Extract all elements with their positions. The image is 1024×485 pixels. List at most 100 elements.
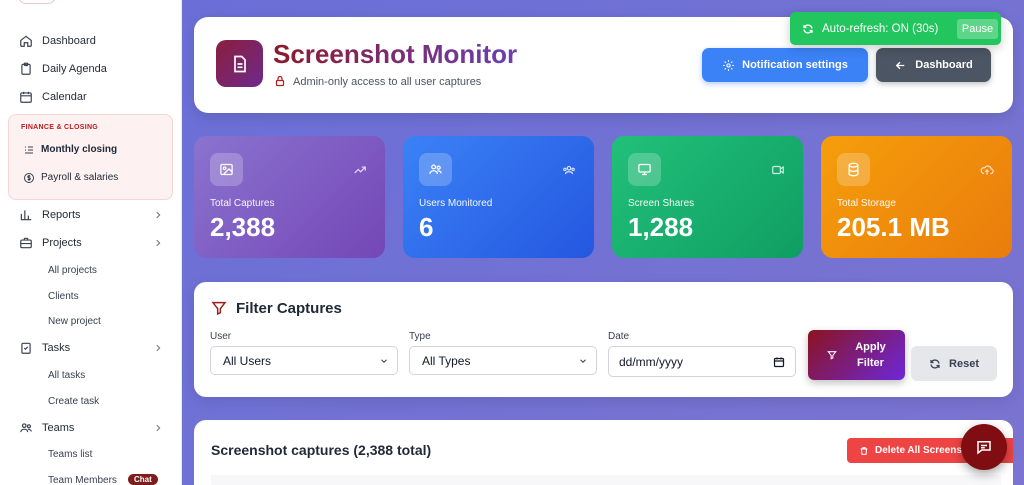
sidebar-item-label: Reports xyxy=(42,209,81,221)
sidebar-item-label: Daily Agenda xyxy=(42,63,107,75)
main-content: Screenshot Monitor Admin-only access to … xyxy=(183,0,1024,485)
finance-section: FINANCE & CLOSING Monthly closing Payrol… xyxy=(8,114,173,200)
filter-title: Filter Captures xyxy=(236,300,342,317)
sidebar-item-label: Payroll & salaries xyxy=(41,172,119,183)
task-check-icon xyxy=(21,342,31,354)
chevron-right-icon xyxy=(156,424,161,432)
chevron-down-icon xyxy=(580,359,586,363)
arrow-left-icon xyxy=(896,61,905,69)
auto-refresh-banner: Auto-refresh: ON (30s) Pause xyxy=(790,12,1001,45)
sidebar-sub-all-tasks[interactable]: All tasks xyxy=(48,370,85,381)
briefcase-icon xyxy=(20,237,32,249)
user-select[interactable]: All Users xyxy=(210,346,398,375)
stat-card-total-captures: Total Captures 2,388 xyxy=(194,136,385,258)
home-icon xyxy=(20,35,32,47)
user-select-value: All Users xyxy=(223,353,272,368)
chat-button[interactable] xyxy=(961,424,1007,470)
type-label: Type xyxy=(409,331,431,342)
page-subtitle: Admin-only access to all user captures xyxy=(293,76,482,88)
stat-card-users-monitored: Users Monitored 6 xyxy=(403,136,594,258)
list-icon xyxy=(25,146,33,154)
sidebar-item-label: Monthly closing xyxy=(41,144,118,155)
date-input[interactable]: dd/mm/yyyy xyxy=(608,346,796,377)
users-group-icon xyxy=(563,165,575,175)
stat-label: Users Monitored xyxy=(419,198,493,209)
sidebar-item-teams[interactable]: Teams xyxy=(0,415,181,441)
cloud-upload-icon xyxy=(980,165,994,175)
chat-badge: Chat xyxy=(128,474,158,485)
sidebar-item-tasks[interactable]: Tasks xyxy=(0,335,181,361)
sidebar-item-payroll[interactable]: Payroll & salaries xyxy=(9,167,174,189)
sidebar-item-label: Calendar xyxy=(42,91,87,103)
gear-icon xyxy=(723,59,735,71)
sidebar-item-reports[interactable]: Reports xyxy=(0,202,181,228)
trend-up-icon xyxy=(354,166,366,174)
sidebar-sub-teams-list[interactable]: Teams list xyxy=(48,449,92,460)
auto-refresh-text: Auto-refresh: ON (30s) xyxy=(822,22,939,35)
chevron-down-icon xyxy=(381,359,387,363)
document-icon xyxy=(233,55,246,72)
apply-line-2: Filter xyxy=(857,357,884,369)
sidebar-item-label: Dashboard xyxy=(42,35,96,47)
stat-label: Screen Shares xyxy=(628,198,695,209)
chevron-right-icon xyxy=(156,344,161,352)
sidebar-sub-clients[interactable]: Clients xyxy=(48,291,79,302)
chevron-right-icon xyxy=(156,239,161,247)
stat-value: 2,388 xyxy=(210,212,276,242)
filter-icon xyxy=(827,351,838,360)
captures-title: Screenshot captures (2,388 total) xyxy=(211,442,432,458)
chevron-right-icon xyxy=(156,211,161,219)
date-label: Date xyxy=(608,331,630,342)
chat-icon xyxy=(977,441,991,455)
trash-icon xyxy=(860,446,868,455)
page-title: Screenshot Monitor xyxy=(273,39,518,69)
dollar-icon xyxy=(24,173,34,183)
type-select-value: All Types xyxy=(422,353,471,368)
stat-value: 6 xyxy=(419,212,434,242)
stat-value: 1,288 xyxy=(628,212,694,242)
filter-panel: Filter Captures User All Users Type All … xyxy=(194,282,1013,397)
sidebar-item-label: Tasks xyxy=(42,342,71,354)
sidebar-sub-team-members[interactable]: Team Members xyxy=(48,475,117,485)
date-placeholder: dd/mm/yyyy xyxy=(619,354,684,369)
reset-label: Reset xyxy=(949,357,979,370)
pause-button[interactable]: Pause xyxy=(957,19,998,39)
refresh-icon xyxy=(930,358,940,369)
dashboard-button[interactable]: Dashboard xyxy=(876,48,991,82)
stat-label: Total Captures xyxy=(210,198,275,209)
users-icon xyxy=(419,153,452,186)
dashboard-button-label: Dashboard xyxy=(915,59,973,71)
calendar-icon xyxy=(773,357,785,368)
stat-card-screen-shares: Screen Shares 1,288 xyxy=(612,136,803,258)
users-icon xyxy=(20,423,32,433)
sidebar-logo-edge xyxy=(18,0,56,4)
type-select[interactable]: All Types xyxy=(409,346,597,375)
apply-filter-button[interactable]: Apply Filter xyxy=(808,330,905,380)
reset-button[interactable]: Reset xyxy=(911,346,997,381)
notification-settings-button[interactable]: Notification settings xyxy=(702,48,868,82)
video-icon xyxy=(772,165,784,175)
sidebar-item-dashboard[interactable]: Dashboard xyxy=(0,28,181,54)
stat-card-total-storage: Total Storage 205.1 MB xyxy=(821,136,1012,258)
lock-icon xyxy=(275,75,285,87)
stat-value: 205.1 MB xyxy=(837,212,950,242)
monitor-icon xyxy=(628,153,661,186)
sidebar-sub-all-projects[interactable]: All projects xyxy=(48,265,97,276)
sidebar-item-label: Teams xyxy=(42,422,75,434)
apply-filter-label: Apply Filter xyxy=(855,339,886,371)
apply-line-1: Apply xyxy=(855,341,886,353)
sidebar-item-label: Projects xyxy=(42,237,82,249)
sidebar-item-projects[interactable]: Projects xyxy=(0,230,181,256)
sidebar-sub-new-project[interactable]: New project xyxy=(48,316,101,327)
sidebar-item-calendar[interactable]: Calendar xyxy=(0,84,181,110)
captures-panel: Screenshot captures (2,388 total) Delete… xyxy=(194,420,1013,485)
sidebar: Dashboard Daily Agenda Calendar FINANCE … xyxy=(0,0,182,485)
sidebar-item-daily-agenda[interactable]: Daily Agenda xyxy=(0,56,181,82)
captures-table-header xyxy=(211,475,1001,485)
sidebar-sub-create-task[interactable]: Create task xyxy=(48,396,99,407)
bar-chart-icon xyxy=(20,210,32,221)
filter-icon xyxy=(211,301,227,316)
sidebar-item-monthly-closing[interactable]: Monthly closing xyxy=(9,139,174,161)
image-icon xyxy=(210,153,243,186)
finance-section-title: FINANCE & CLOSING xyxy=(21,124,99,131)
